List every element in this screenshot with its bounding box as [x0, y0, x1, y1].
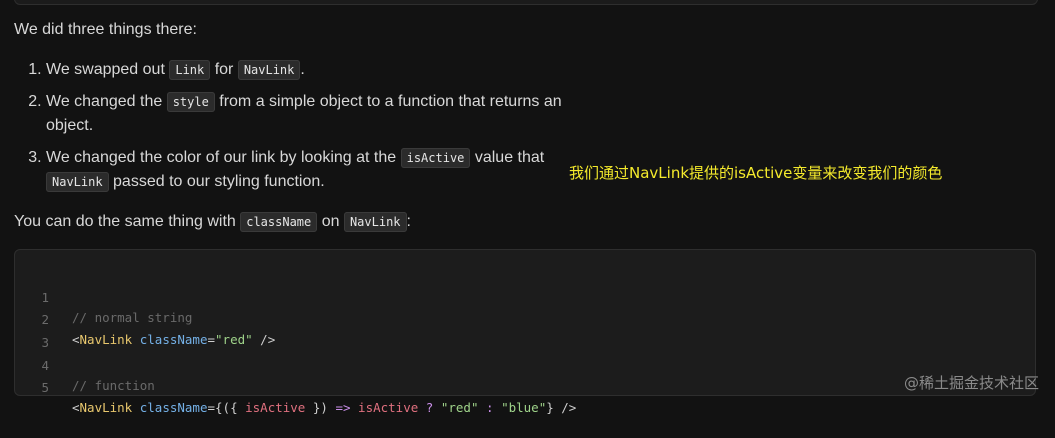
code-comment: // normal string: [72, 310, 193, 325]
annotation-note: 我们通过NavLink提供的isActive变量来改变我们的颜色: [569, 164, 943, 182]
item-text: We swapped out: [46, 61, 170, 78]
line-number: 5: [41, 380, 49, 395]
watermark: @稀土掘金技术社区: [903, 374, 1039, 392]
code-token: className: [132, 400, 208, 415]
code-line: 4 // function: [15, 336, 154, 393]
item-text: .: [300, 61, 305, 78]
code-token: }: [546, 400, 554, 415]
list-item: We swapped out Link for NavLink.: [46, 58, 566, 83]
inline-code: NavLink: [46, 172, 109, 192]
code-token: "red": [440, 400, 479, 415]
code-token: "blue": [501, 400, 547, 415]
code-token: ?: [418, 400, 441, 415]
inline-code: Link: [169, 60, 211, 80]
intro-text: We did three things there:: [14, 21, 197, 38]
code-token: =>: [335, 400, 351, 415]
previous-code-block: [14, 0, 1038, 5]
summary-segment: on: [317, 213, 344, 230]
code-line: 5 <NavLink className={({ isActive }) => …: [15, 358, 576, 415]
code-token: =: [207, 332, 216, 347]
code-line: 3: [15, 313, 49, 350]
code-line: 1 // normal string: [15, 268, 192, 325]
inline-code: style: [166, 91, 215, 112]
code-comment: // function: [72, 378, 155, 393]
code-token: :: [478, 400, 502, 415]
code-token: className: [132, 332, 208, 347]
list-item: We changed the color of our link by look…: [46, 146, 566, 195]
code-token: isActive: [358, 400, 419, 415]
inline-code: className: [240, 212, 318, 232]
code-line: 2 <NavLink className="red" />: [15, 290, 275, 347]
code-token: "red": [215, 332, 253, 347]
summary-segment: :: [406, 213, 411, 230]
code-token: NavLink: [79, 400, 133, 415]
inline-code: isActive: [400, 147, 471, 168]
list-item: We changed the style from a simple objec…: [46, 90, 566, 139]
code-token: />: [553, 400, 577, 415]
summary-segment: You can do the same thing with: [14, 213, 241, 230]
code-token: {({: [215, 400, 246, 415]
code-token: <: [72, 332, 80, 347]
code-token: }): [305, 400, 336, 415]
item-text: for: [210, 61, 238, 78]
changes-list: We swapped out Link for NavLink. We chan…: [0, 58, 566, 202]
item-text: We changed the: [46, 92, 167, 110]
inline-code: NavLink: [237, 60, 301, 80]
item-text: We changed the color of our link by look…: [46, 148, 401, 166]
code-block[interactable]: 1 // normal string 2 <NavLink className=…: [14, 249, 1036, 415]
code-token: />: [252, 332, 276, 347]
summary-text: You can do the same thing with className…: [14, 210, 411, 234]
item-text: passed to our styling function.: [108, 173, 325, 190]
code-token: <: [72, 400, 80, 415]
item-text: value that: [470, 148, 545, 166]
inline-code: NavLink: [343, 212, 407, 232]
code-token: isActive: [245, 400, 306, 415]
code-token: =: [207, 400, 216, 415]
code-token: NavLink: [79, 332, 133, 347]
